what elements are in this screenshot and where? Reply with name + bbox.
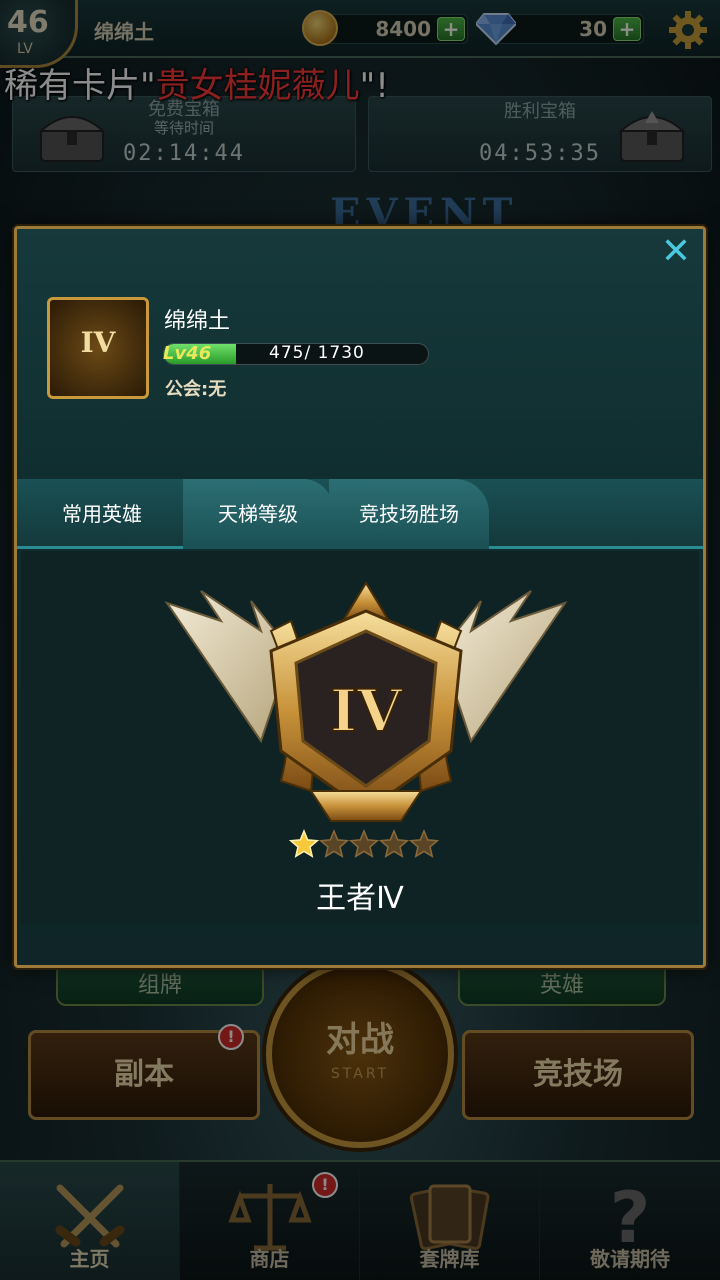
tab-favorite-heroes[interactable]: 常用英雄 [17,479,187,549]
avatar-rank-numeral: IV [80,326,116,359]
profile-tabs: 竞技场胜场 天梯等级 常用英雄 [17,479,703,549]
star-empty-icon [348,829,380,858]
tab-arena-wins[interactable]: 竞技场胜场 [329,479,489,549]
star-filled-icon [289,829,320,858]
ladder-rank-panel: IV 王者Ⅳ [21,551,699,923]
rank-emblem-icon: IV [164,581,568,822]
player-profile-modal: ✕ IV 绵绵土 Lv46 475/ 1730 公会:无 竞技场胜场 天梯等级 … [14,226,706,968]
guild-label: 公会:无 [165,379,227,400]
profile-level-label: Lv46 [163,343,212,364]
rank-stars [289,829,439,858]
rank-title: 王者Ⅳ [316,881,404,916]
profile-player-name: 绵绵土 [164,309,231,334]
star-empty-icon [408,829,439,858]
player-avatar[interactable]: IV [47,297,149,399]
tab-ladder-rank[interactable]: 天梯等级 [183,479,333,549]
star-empty-icon [378,829,410,858]
rank-emblem-numeral: IV [330,677,403,745]
experience-text: 475/ 1730 [269,343,365,363]
close-button[interactable]: ✕ [659,234,693,271]
star-empty-icon [318,829,350,858]
